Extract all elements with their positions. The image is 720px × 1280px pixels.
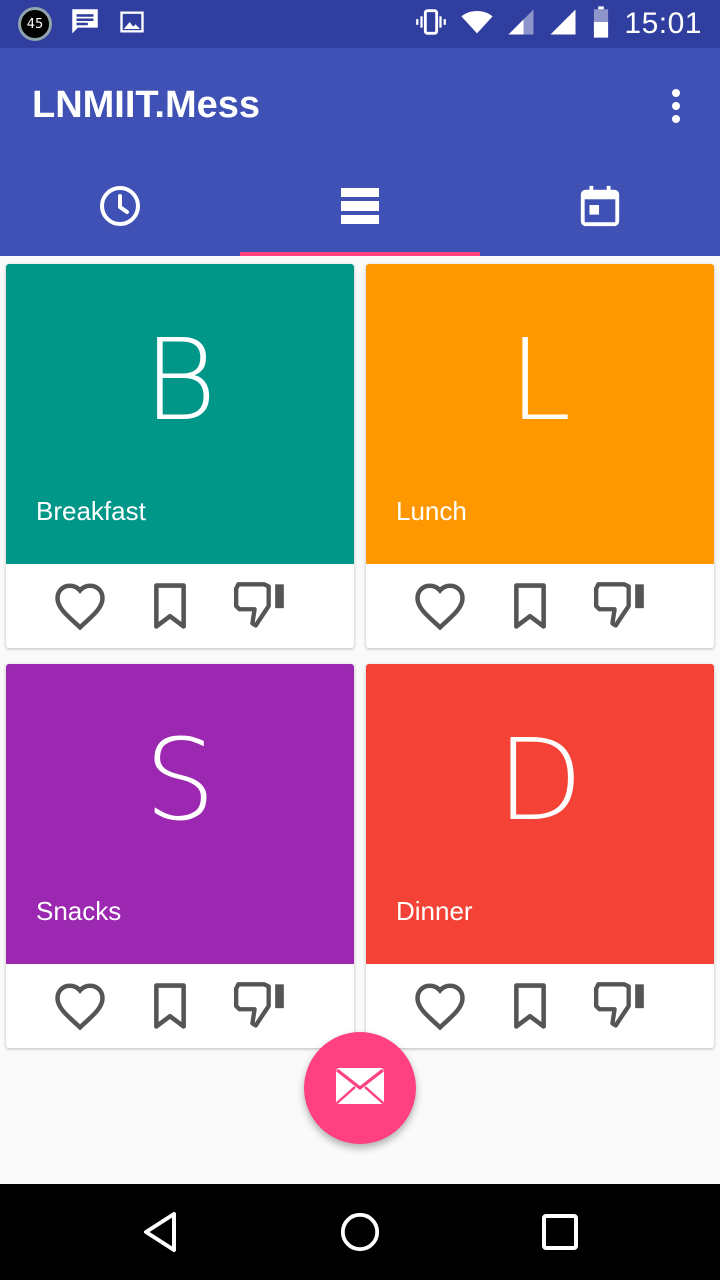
meal-letter: S	[144, 716, 216, 846]
clock-icon	[96, 182, 144, 234]
battery-icon	[590, 5, 612, 43]
thumb-down-icon[interactable]	[230, 578, 290, 634]
signal-icon	[506, 7, 536, 41]
card-actions	[6, 964, 354, 1048]
card-hero: D Dinner	[366, 664, 714, 964]
vibrate-icon	[414, 5, 448, 43]
card-hero: S Snacks	[6, 664, 354, 964]
thumb-down-icon[interactable]	[590, 978, 650, 1034]
wifi-icon	[460, 5, 494, 43]
compose-feedback-fab[interactable]	[304, 1032, 416, 1144]
bookmark-icon[interactable]	[500, 578, 560, 634]
signal-icon	[548, 7, 578, 41]
meal-card-breakfast[interactable]: B Breakfast	[6, 264, 354, 648]
home-icon[interactable]	[332, 1206, 388, 1258]
meal-name: Lunch	[396, 496, 467, 526]
meal-letter: L	[508, 316, 572, 446]
app-title: LNMIIT.Mess	[32, 84, 261, 126]
card-actions	[6, 564, 354, 648]
recents-icon[interactable]	[532, 1206, 588, 1258]
tab-bar	[0, 160, 720, 256]
bookmark-icon[interactable]	[140, 578, 200, 634]
meal-card-snacks[interactable]: S Snacks	[6, 664, 354, 1048]
card-hero: L Lunch	[366, 264, 714, 564]
back-icon[interactable]	[132, 1206, 188, 1258]
message-icon	[68, 5, 102, 43]
tab-calendar[interactable]	[480, 160, 720, 256]
image-icon	[118, 8, 146, 40]
heart-icon[interactable]	[410, 578, 470, 634]
meal-card-lunch[interactable]: L Lunch	[366, 264, 714, 648]
heart-icon[interactable]	[50, 978, 110, 1034]
meal-card-dinner[interactable]: D Dinner	[366, 664, 714, 1048]
card-actions	[366, 564, 714, 648]
heart-icon[interactable]	[50, 578, 110, 634]
meal-letter: D	[496, 716, 584, 846]
list-icon	[336, 182, 384, 234]
bookmark-icon[interactable]	[140, 978, 200, 1034]
bookmark-icon[interactable]	[500, 978, 560, 1034]
heart-icon[interactable]	[410, 978, 470, 1034]
status-bar-right: 15:01	[414, 6, 702, 42]
notification-count-badge: 45	[18, 7, 52, 41]
meal-name: Breakfast	[36, 496, 146, 526]
card-hero: B Breakfast	[6, 264, 354, 564]
tab-menu-list[interactable]	[240, 160, 480, 256]
status-bar-left: 45	[18, 6, 146, 42]
card-actions	[366, 964, 714, 1048]
meal-name: Snacks	[36, 896, 122, 926]
meal-letter: B	[143, 316, 217, 446]
system-nav-bar	[0, 1184, 720, 1280]
thumb-down-icon[interactable]	[230, 978, 290, 1034]
tab-schedule[interactable]	[0, 160, 240, 256]
thumb-down-icon[interactable]	[590, 578, 650, 634]
meal-name: Dinner	[396, 896, 473, 926]
calendar-icon	[577, 183, 623, 233]
more-vert-icon[interactable]	[658, 84, 694, 128]
app-bar: LNMIIT.Mess	[0, 48, 720, 256]
status-bar: 45 15:01	[0, 0, 720, 48]
status-time: 15:01	[624, 7, 702, 40]
mail-icon	[334, 1066, 386, 1110]
